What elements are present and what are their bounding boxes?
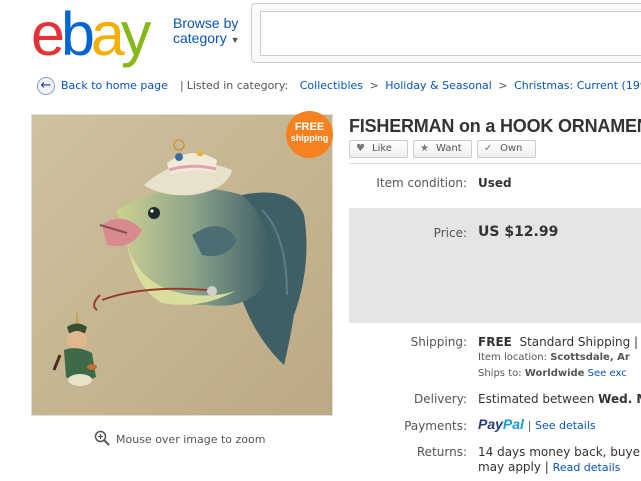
breadcrumb-christmas-current[interactable]: Christmas: Current (199: [514, 79, 641, 92]
shipping-free: FREE: [478, 335, 512, 349]
price-value: US $12.99: [478, 224, 559, 240]
checkmark-icon: ✓: [484, 143, 493, 154]
shipping-label: Shipping:: [410, 335, 467, 349]
payments-value: PayPal | See details: [478, 416, 596, 432]
breadcrumb-holiday-seasonal[interactable]: Holiday & Seasonal: [385, 79, 492, 92]
zoom-icon: [94, 430, 110, 446]
ships-to-label: Ships to:: [478, 368, 522, 379]
breadcrumb-separator: >: [369, 79, 379, 92]
zoom-hint: Mouse over image to zoom: [116, 433, 266, 446]
shipping-method: Standard Shipping |: [519, 335, 639, 349]
delivery-label: Delivery:: [414, 392, 467, 406]
want-button[interactable]: ★ Want: [413, 140, 472, 158]
payments-label: Payments:: [404, 419, 467, 433]
fisherman-ornament-image: [32, 115, 332, 415]
ships-to-value: Worldwide: [524, 368, 585, 379]
badge-line-2: shipping: [290, 133, 329, 143]
breadcrumb-collectibles[interactable]: Collectibles: [300, 79, 363, 92]
condition-label: Item condition:: [376, 176, 467, 190]
browse-label-2: category: [173, 30, 227, 46]
free-shipping-badge: FREE shipping: [286, 111, 333, 158]
item-location: Item location: Scottsdale, Ar: [478, 352, 630, 363]
delivery-date: Wed. M: [598, 392, 641, 406]
product-image[interactable]: [31, 114, 333, 416]
price-label: Price:: [433, 226, 467, 240]
back-to-home-link[interactable]: Back to home page: [61, 79, 168, 92]
search-bar: [251, 3, 641, 63]
divider: [349, 163, 641, 164]
returns-line-2: may apply | Read details: [478, 460, 620, 474]
ships-to: Ships to: Worldwide See exc: [478, 368, 627, 379]
breadcrumb-separator: >: [498, 79, 508, 92]
listed-in-label: Listed in category:: [186, 79, 289, 92]
returns-line-2-text: may apply |: [478, 460, 549, 474]
shipping-value: FREE Standard Shipping | s: [478, 335, 641, 349]
location-label: Item location:: [478, 352, 547, 363]
like-button[interactable]: ♥ Like: [349, 140, 408, 158]
location-value: Scottsdale, Ar: [550, 352, 630, 363]
returns-read-details-link[interactable]: Read details: [553, 461, 621, 474]
back-arrow-icon[interactable]: ←: [37, 77, 55, 95]
like-label: Like: [372, 143, 392, 154]
returns-line-1: 14 days money back, buyer: [478, 445, 641, 459]
breadcrumb: ← Back to home page | Listed in category:…: [34, 72, 641, 98]
returns-label: Returns:: [416, 445, 467, 459]
ebay-logo[interactable]: ebay: [31, 4, 163, 65]
thumbs-up-icon: ♥: [356, 143, 365, 154]
star-icon: ★: [420, 143, 429, 154]
chevron-down-icon: ▼: [230, 35, 240, 45]
item-title: FISHERMAN on a HOOK ORNAMENT: [349, 116, 641, 136]
condition-value: Used: [478, 176, 512, 190]
ships-to-link[interactable]: See exc: [588, 368, 627, 379]
own-button[interactable]: ✓ Own: [477, 140, 536, 158]
delivery-value: Estimated between Wed. M: [478, 392, 641, 406]
browse-label-1: Browse by: [173, 15, 239, 31]
browse-by-category-button[interactable]: Browse by category ▼: [173, 16, 240, 48]
own-label: Own: [500, 143, 523, 154]
payments-see-details-link[interactable]: See details: [535, 419, 596, 432]
badge-line-1: FREE: [294, 121, 325, 133]
search-input[interactable]: [260, 11, 641, 56]
want-label: Want: [436, 143, 462, 154]
paypal-logo: PayPal: [478, 416, 524, 432]
delivery-text: Estimated between: [478, 392, 595, 406]
